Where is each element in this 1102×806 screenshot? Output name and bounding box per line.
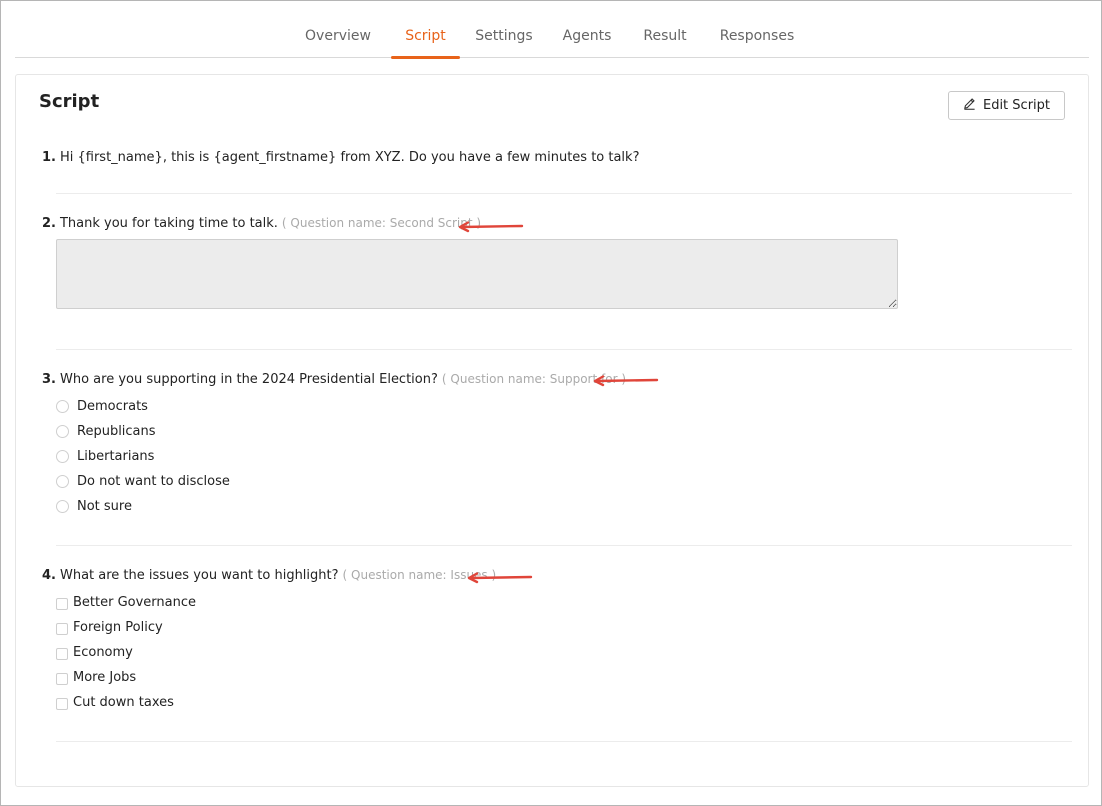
- divider: [56, 349, 1072, 350]
- radio-option-not-sure[interactable]: Not sure: [56, 497, 132, 515]
- answer-textarea[interactable]: [56, 239, 898, 309]
- checkbox-option-better-governance[interactable]: Better Governance: [56, 593, 196, 611]
- edit-script-label: Edit Script: [982, 98, 1050, 113]
- option-label: Do not want to disclose: [77, 473, 230, 489]
- divider: [56, 545, 1072, 546]
- question-1: 1. Hi {first_name}, this is {agent_firstn…: [42, 150, 639, 165]
- question-number: 4.: [42, 568, 56, 583]
- option-label: Cut down taxes: [73, 694, 174, 710]
- radio-button[interactable]: [56, 399, 69, 413]
- tab-script[interactable]: Script: [391, 1, 460, 59]
- tab-agents[interactable]: Agents: [558, 1, 616, 58]
- left-arrow-annotation-icon: [593, 375, 659, 387]
- option-label: Economy: [73, 644, 133, 660]
- checkbox[interactable]: [56, 597, 68, 610]
- radio-option-do-not-disclose[interactable]: Do not want to disclose: [56, 472, 230, 490]
- option-label: Republicans: [77, 423, 156, 439]
- option-label: Foreign Policy: [73, 619, 163, 635]
- option-label: Libertarians: [77, 448, 155, 464]
- question-text: Hi {first_name}, this is {agent_firstnam…: [59, 150, 640, 165]
- checkbox[interactable]: [56, 647, 68, 660]
- script-card: Script Edit Script 1. Hi {first_name}, th…: [15, 74, 1089, 787]
- question-text: What are the issues you want to highligh…: [59, 568, 339, 583]
- question-number: 2.: [42, 216, 56, 231]
- question-text: Thank you for taking time to talk.: [59, 216, 278, 231]
- checkbox[interactable]: [56, 622, 68, 635]
- question-number: 3.: [42, 372, 56, 387]
- card-title: Script: [39, 91, 100, 112]
- radio-option-libertarians[interactable]: Libertarians: [56, 447, 154, 465]
- edit-script-button[interactable]: Edit Script: [948, 91, 1065, 120]
- question-number: 1.: [42, 150, 56, 165]
- pencil-icon: [963, 97, 976, 114]
- option-label: More Jobs: [73, 669, 137, 685]
- question-name-meta: ( Question name: Second Script ): [281, 216, 482, 230]
- question-2: 2. Thank you for taking time to talk.( Qu…: [42, 216, 481, 231]
- question-text: Who are you supporting in the 2024 Presi…: [59, 372, 438, 387]
- radio-button[interactable]: [56, 449, 69, 463]
- divider: [56, 193, 1072, 194]
- tab-result[interactable]: Result: [637, 1, 693, 58]
- option-label: Better Governance: [73, 594, 197, 610]
- radio-button[interactable]: [56, 424, 69, 438]
- tab-bar: Overview Script Settings Agents Result R…: [15, 1, 1089, 59]
- radio-option-republicans[interactable]: Republicans: [56, 422, 156, 440]
- checkbox[interactable]: [56, 672, 68, 685]
- tab-responses[interactable]: Responses: [713, 1, 801, 58]
- option-label: Democrats: [77, 398, 148, 414]
- left-arrow-annotation-icon: [467, 572, 533, 584]
- checkbox-option-foreign-policy[interactable]: Foreign Policy: [56, 618, 163, 636]
- radio-button[interactable]: [56, 499, 69, 513]
- app-frame: Overview Script Settings Agents Result R…: [0, 0, 1102, 806]
- question-3: 3. Who are you supporting in the 2024 Pre…: [42, 372, 626, 387]
- tab-settings[interactable]: Settings: [470, 1, 538, 58]
- question-4: 4. What are the issues you want to highli…: [42, 568, 496, 583]
- option-label: Not sure: [77, 498, 132, 514]
- radio-option-democrats[interactable]: Democrats: [56, 397, 148, 415]
- radio-button[interactable]: [56, 474, 69, 488]
- checkbox-option-more-jobs[interactable]: More Jobs: [56, 668, 136, 686]
- checkbox-option-economy[interactable]: Economy: [56, 643, 133, 661]
- checkbox-option-cut-down-taxes[interactable]: Cut down taxes: [56, 693, 174, 711]
- divider: [56, 741, 1072, 742]
- left-arrow-annotation-icon: [458, 221, 524, 233]
- checkbox[interactable]: [56, 697, 68, 710]
- tab-overview[interactable]: Overview: [298, 1, 378, 58]
